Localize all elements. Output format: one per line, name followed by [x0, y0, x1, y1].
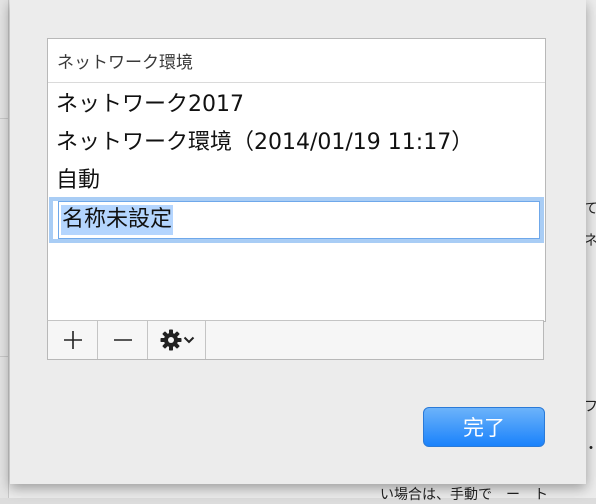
- done-button[interactable]: 完了: [423, 407, 545, 447]
- chevron-down-icon: [183, 336, 194, 344]
- background-left-edge: [0, 0, 9, 498]
- plus-icon: [63, 331, 82, 349]
- list-item[interactable]: 自動: [48, 159, 545, 197]
- minus-icon: [113, 339, 132, 341]
- locations-sheet: ネットワーク環境 ネットワーク2017 ネットワーク環境（2014/01/19 …: [10, 0, 586, 484]
- add-location-button[interactable]: [48, 321, 98, 359]
- background-divider: [0, 356, 8, 357]
- background-text-fragment: い場合は、手動で ー ト: [380, 487, 548, 503]
- list-item[interactable]: ネットワーク2017: [48, 83, 545, 121]
- list-item-label: ネットワーク環境（2014/01/19 11:17）: [56, 130, 474, 155]
- remove-location-button[interactable]: [98, 321, 148, 359]
- list-header: ネットワーク環境: [48, 39, 545, 83]
- location-name-field[interactable]: 名称未設定: [58, 201, 540, 239]
- list-item[interactable]: ネットワーク環境（2014/01/19 11:17）: [48, 121, 545, 159]
- list-item-label: ネットワーク2017: [56, 92, 244, 117]
- locations-list[interactable]: ネットワーク環境 ネットワーク2017 ネットワーク環境（2014/01/19 …: [47, 38, 546, 322]
- background-divider: [0, 118, 8, 119]
- list-item-label: 自動: [56, 168, 101, 193]
- selected-text: 名称未設定: [61, 205, 174, 235]
- list-toolbar: [47, 320, 544, 360]
- gear-icon: [160, 329, 181, 351]
- action-menu-button[interactable]: [148, 321, 206, 359]
- list-item-editing[interactable]: 名称未設定: [49, 197, 544, 243]
